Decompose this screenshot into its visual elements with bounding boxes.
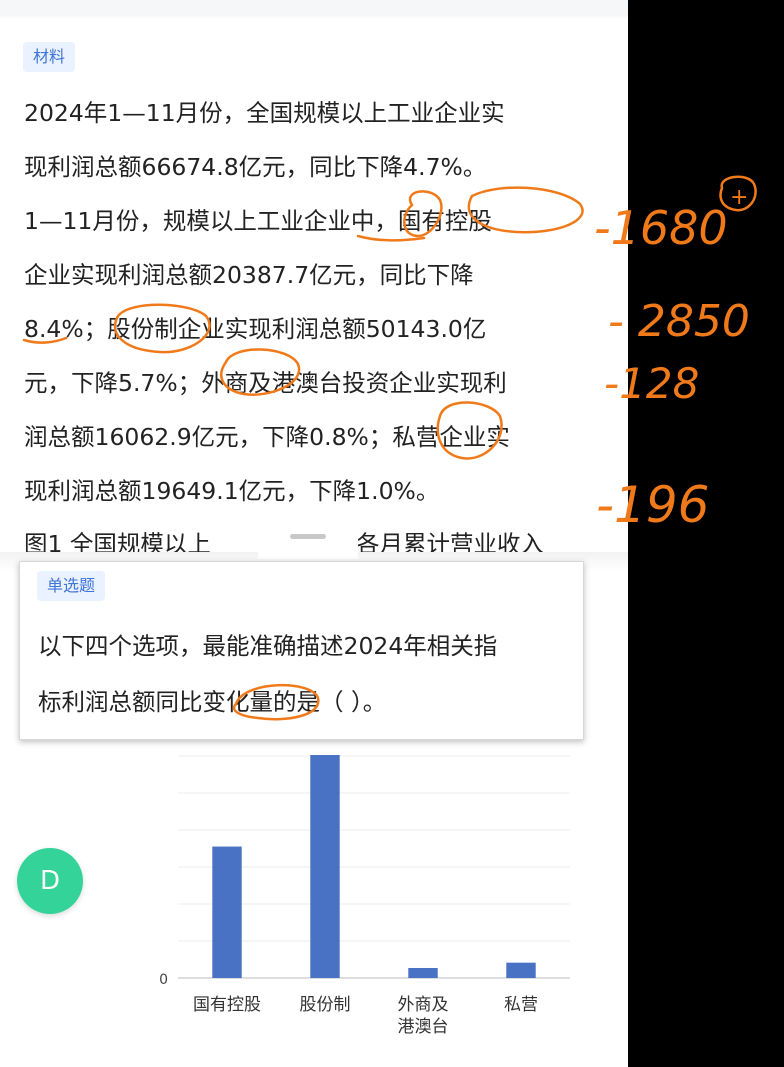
handwritten-note: -196 bbox=[596, 476, 709, 534]
circle-annotation bbox=[220, 348, 301, 396]
handwritten-note: -128 bbox=[604, 359, 699, 408]
underline-annotation bbox=[22, 336, 68, 344]
handwriting-layer: -1680 + - 2850 -128 -196 bbox=[22, 175, 757, 721]
circle-annotation bbox=[403, 190, 443, 238]
handwritten-plus: + bbox=[730, 185, 748, 210]
handwritten-note: -1680 bbox=[594, 201, 728, 255]
circle-annotation bbox=[232, 683, 320, 721]
circle-annotation bbox=[467, 186, 584, 234]
circle-annotation bbox=[113, 303, 211, 354]
handwritten-note: - 2850 bbox=[608, 296, 750, 347]
circle-annotation bbox=[436, 401, 503, 460]
